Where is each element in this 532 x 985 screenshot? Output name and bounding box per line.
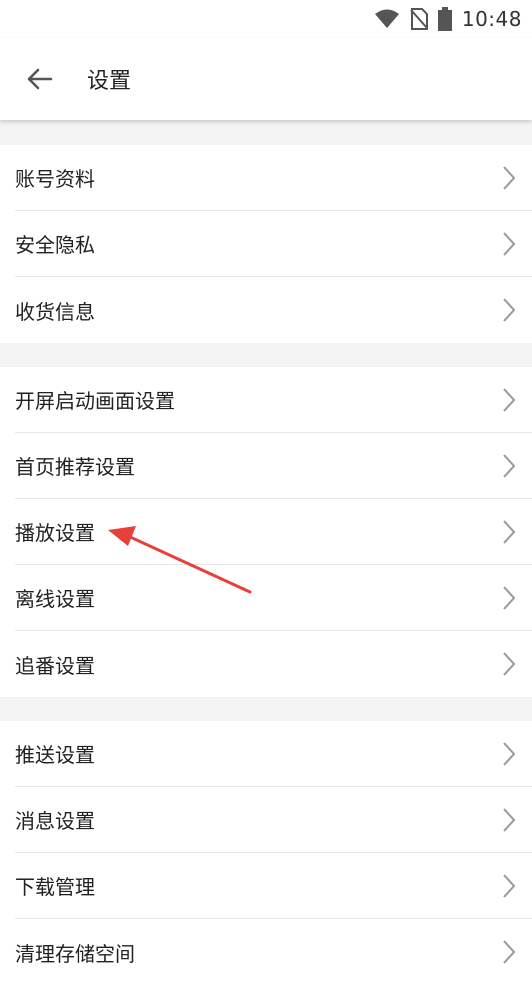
- app-bar: 设置: [0, 38, 532, 120]
- settings-group-notify: 推送设置 消息设置 下载管理 清理存储空间: [0, 721, 532, 985]
- settings-item-label: 下载管理: [15, 875, 95, 899]
- chevron-right-icon: [503, 231, 516, 256]
- chevron-right-icon: [503, 387, 516, 412]
- settings-item-label: 收货信息: [15, 299, 95, 324]
- settings-item-label: 安全隐私: [15, 233, 95, 257]
- chevron-right-icon: [503, 298, 516, 322]
- chevron-right-icon: [503, 940, 516, 964]
- settings-item-label: 账号资料: [15, 167, 95, 191]
- chevron-right-icon: [503, 165, 516, 190]
- settings-item-label: 开屏启动画面设置: [15, 389, 175, 413]
- settings-item-splash-screen[interactable]: 开屏启动画面设置: [15, 367, 532, 433]
- settings-item-label: 首页推荐设置: [15, 455, 135, 479]
- settings-item-messages[interactable]: 消息设置: [15, 787, 532, 853]
- settings-item-label: 消息设置: [15, 809, 95, 833]
- settings-item-label: 推送设置: [15, 743, 95, 767]
- settings-item-label: 清理存储空间: [15, 941, 135, 966]
- chevron-right-icon: [503, 519, 516, 544]
- settings-item-label: 追番设置: [15, 653, 95, 678]
- settings-group-display: 开屏启动画面设置 首页推荐设置 播放设置 离线设置 追番设置: [0, 367, 532, 697]
- chevron-right-icon: [503, 873, 516, 898]
- settings-item-follow-series[interactable]: 追番设置: [15, 631, 532, 697]
- arrow-back-icon: [27, 68, 53, 90]
- chevron-right-icon: [503, 585, 516, 610]
- settings-item-security-privacy[interactable]: 安全隐私: [15, 211, 532, 277]
- settings-list: 账号资料 安全隐私 收货信息 开屏启动画面设置 首页推荐设置 播放设置 离线设置: [0, 120, 532, 985]
- settings-item-push[interactable]: 推送设置: [15, 721, 532, 787]
- settings-group-account: 账号资料 安全隐私 收货信息: [0, 145, 532, 343]
- back-button[interactable]: [9, 49, 69, 109]
- chevron-right-icon: [503, 807, 516, 832]
- no-sim-icon: [410, 8, 428, 30]
- settings-item-clear-storage[interactable]: 清理存储空间: [15, 919, 532, 985]
- status-time: 10:48: [461, 7, 522, 31]
- settings-item-label: 播放设置: [15, 521, 95, 545]
- chevron-right-icon: [503, 741, 516, 766]
- page-title: 设置: [87, 69, 132, 94]
- settings-item-home-recommend[interactable]: 首页推荐设置: [15, 433, 532, 499]
- settings-item-label: 离线设置: [15, 587, 95, 611]
- settings-item-account-profile[interactable]: 账号资料: [15, 145, 532, 211]
- battery-icon: [437, 7, 452, 31]
- settings-item-offline[interactable]: 离线设置: [15, 565, 532, 631]
- settings-item-downloads[interactable]: 下载管理: [15, 853, 532, 919]
- status-bar: 10:48: [0, 0, 532, 38]
- wifi-icon: [374, 9, 399, 28]
- settings-item-playback[interactable]: 播放设置: [15, 499, 532, 565]
- settings-item-shipping-info[interactable]: 收货信息: [15, 277, 532, 343]
- chevron-right-icon: [503, 453, 516, 478]
- chevron-right-icon: [503, 652, 516, 676]
